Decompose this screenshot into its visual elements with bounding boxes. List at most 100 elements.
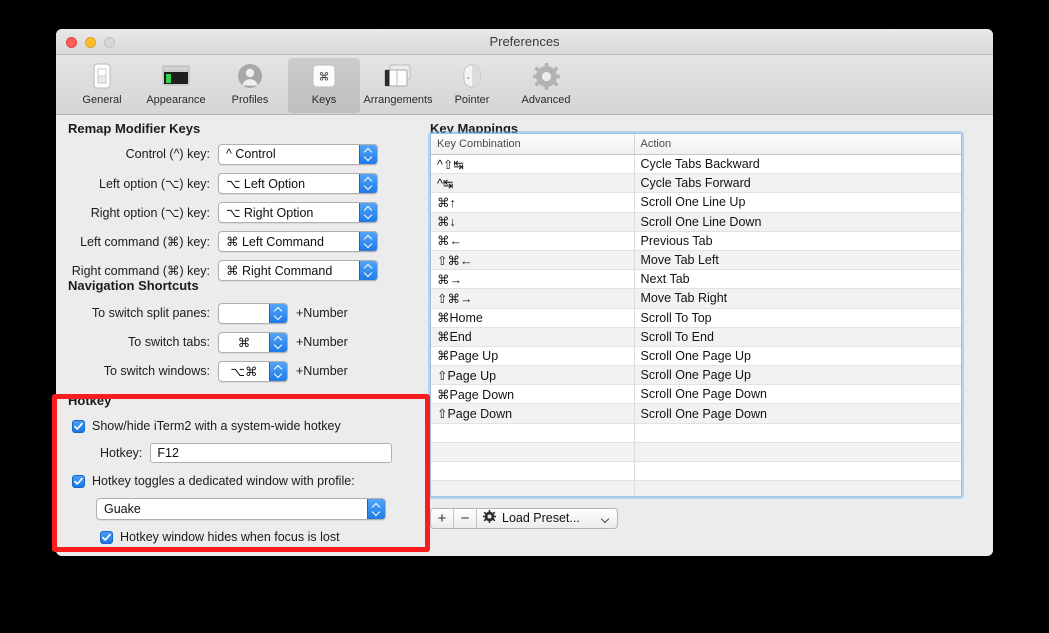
- right-command-key-stepper[interactable]: [359, 260, 377, 280]
- switch-split-panes-stepper[interactable]: [269, 303, 287, 323]
- table-row[interactable]: ⇧Page Down Scroll One Page Down: [431, 403, 961, 424]
- minimize-button[interactable]: [85, 37, 96, 48]
- zoom-button: [104, 37, 115, 48]
- table-row[interactable]: ⌘Page Down Scroll One Page Down: [431, 384, 961, 405]
- show-hide-hotkey-checkbox[interactable]: [72, 419, 85, 433]
- traffic-light-group: [66, 37, 115, 48]
- cell-key-combination: [431, 423, 635, 443]
- cell-action: Scroll One Page Up: [634, 346, 961, 367]
- right-option-key-label: Right option (⌥) key:: [90, 205, 210, 220]
- table-row[interactable]: ⌘End Scroll To End: [431, 327, 961, 347]
- control-key-value: ^ Control: [226, 147, 276, 161]
- left-command-key-stepper[interactable]: [359, 231, 377, 251]
- column-header-action[interactable]: Action: [634, 134, 961, 155]
- table-row[interactable]: ⇧⌘→ Move Tab Right: [431, 288, 961, 309]
- left-option-key-value: ⌥ Left Option: [226, 176, 306, 191]
- left-command-key-popup[interactable]: ⌘ Left Command: [218, 230, 378, 252]
- cell-key-combination: ^↹: [431, 173, 635, 194]
- dedicated-window-row[interactable]: Hotkey toggles a dedicated window with p…: [72, 470, 426, 492]
- hotkey-input[interactable]: F12: [150, 443, 393, 463]
- add-mapping-button[interactable]: +: [431, 508, 454, 528]
- hotkey-section-title: Hotkey: [68, 393, 112, 408]
- toolbar-label: Arrangements: [363, 94, 433, 106]
- arrangements-icon: [383, 61, 413, 91]
- dedicated-window-checkbox[interactable]: [72, 474, 85, 488]
- table-row[interactable]: [431, 461, 961, 482]
- table-row[interactable]: ^⇧↹ Cycle Tabs Backward: [431, 154, 961, 175]
- svg-text:⌘: ⌘: [319, 71, 330, 84]
- table-row[interactable]: [431, 423, 961, 443]
- cell-key-combination: [431, 461, 635, 482]
- table-row[interactable]: ^↹ Cycle Tabs Forward: [431, 173, 961, 194]
- switch-tabs-suffix: +Number: [296, 335, 348, 349]
- close-button[interactable]: [66, 37, 77, 48]
- cell-key-combination: [431, 480, 635, 496]
- table-row[interactable]: ⇧⌘← Move Tab Left: [431, 250, 961, 271]
- table-row[interactable]: ⌘Page Up Scroll One Page Up: [431, 346, 961, 367]
- keys-right-column: Key Mappings Key Combination Action ^⇧↹ C…: [430, 115, 983, 555]
- load-preset-button[interactable]: Load Preset...: [477, 509, 617, 528]
- advanced-icon: [532, 61, 560, 91]
- table-row[interactable]: [431, 480, 961, 496]
- cell-action: Scroll One Line Down: [634, 212, 961, 232]
- right-command-key-popup[interactable]: ⌘ Right Command: [218, 259, 378, 281]
- cell-action: Previous Tab: [634, 231, 961, 251]
- key-mappings-toolbar: + − Load Preset...: [430, 507, 618, 529]
- profile-popup-row: Guake: [96, 498, 426, 520]
- cell-action: [634, 442, 961, 463]
- right-option-key-popup[interactable]: ⌥ Right Option: [218, 201, 378, 223]
- table-row[interactable]: ⌘↑ Scroll One Line Up: [431, 192, 961, 213]
- toolbar-item-arrangements[interactable]: Arrangements: [362, 58, 434, 113]
- switch-windows-suffix: +Number: [296, 364, 348, 378]
- table-row[interactable]: ⌘↓ Scroll One Line Down: [431, 212, 961, 232]
- right-command-key-value: ⌘ Right Command: [226, 263, 333, 278]
- navigation-shortcuts-title: Navigation Shortcuts: [68, 278, 199, 293]
- hides-on-focus-lost-row[interactable]: Hotkey window hides when focus is lost: [100, 526, 426, 548]
- profile-value: Guake: [104, 502, 141, 516]
- show-hide-hotkey-label: Show/hide iTerm2 with a system-wide hotk…: [92, 419, 341, 433]
- key-mappings-table: Key Combination Action ^⇧↹ Cycle Tabs Bac…: [431, 134, 961, 496]
- hides-on-focus-lost-checkbox[interactable]: [100, 530, 113, 544]
- toolbar-item-general[interactable]: General: [66, 58, 138, 113]
- cell-action: [634, 461, 961, 482]
- right-option-key-row: Right option (⌥) key: ⌥ Right Option: [56, 199, 426, 225]
- switch-split-panes-popup[interactable]: [218, 302, 288, 324]
- toolbar-label: Keys: [311, 94, 337, 106]
- left-option-key-stepper[interactable]: [359, 173, 377, 193]
- toolbar-label: General: [82, 94, 122, 106]
- table-row[interactable]: ⌘Home Scroll To Top: [431, 308, 961, 328]
- left-command-key-row: Left command (⌘) key: ⌘ Left Command: [56, 228, 426, 254]
- gear-icon: [483, 510, 496, 526]
- general-icon: [91, 61, 113, 91]
- table-row[interactable]: ⌘→ Next Tab: [431, 269, 961, 290]
- cell-key-combination: ⌘End: [431, 327, 635, 347]
- cell-key-combination: ⇧⌘←: [431, 250, 635, 271]
- table-row[interactable]: ⇧Page Up Scroll One Page Up: [431, 365, 961, 386]
- toolbar-item-keys[interactable]: ⌘ Keys: [288, 58, 360, 113]
- switch-windows-stepper[interactable]: [269, 361, 287, 381]
- cell-key-combination: ⇧Page Up: [431, 365, 635, 386]
- toolbar-item-pointer[interactable]: Pointer: [436, 58, 508, 113]
- switch-windows-row: To switch windows: ⌥⌘ +Number: [56, 358, 426, 384]
- switch-tabs-stepper[interactable]: [269, 332, 287, 352]
- profile-popup[interactable]: Guake: [96, 498, 386, 520]
- key-mappings-table-container[interactable]: Key Combination Action ^⇧↹ Cycle Tabs Bac…: [430, 133, 962, 497]
- table-row[interactable]: ⌘← Previous Tab: [431, 231, 961, 251]
- switch-windows-label: To switch windows:: [103, 364, 210, 378]
- table-row[interactable]: [431, 442, 961, 463]
- control-key-stepper[interactable]: [359, 144, 377, 164]
- switch-windows-popup[interactable]: ⌥⌘: [218, 360, 288, 382]
- toolbar-item-profiles[interactable]: Profiles: [214, 58, 286, 113]
- cell-action: Scroll To End: [634, 327, 961, 347]
- remove-mapping-button[interactable]: −: [454, 508, 477, 528]
- right-option-key-stepper[interactable]: [359, 202, 377, 222]
- hotkey-field-label: Hotkey:: [100, 446, 143, 460]
- control-key-popup[interactable]: ^ Control: [218, 143, 378, 165]
- profile-stepper[interactable]: [367, 499, 385, 519]
- left-option-key-popup[interactable]: ⌥ Left Option: [218, 172, 378, 194]
- switch-tabs-popup[interactable]: ⌘: [218, 331, 288, 353]
- column-header-key-combination[interactable]: Key Combination: [431, 134, 635, 155]
- show-hide-hotkey-row[interactable]: Show/hide iTerm2 with a system-wide hotk…: [72, 415, 426, 437]
- toolbar-item-advanced[interactable]: Advanced: [510, 58, 582, 113]
- toolbar-item-appearance[interactable]: Appearance: [140, 58, 212, 113]
